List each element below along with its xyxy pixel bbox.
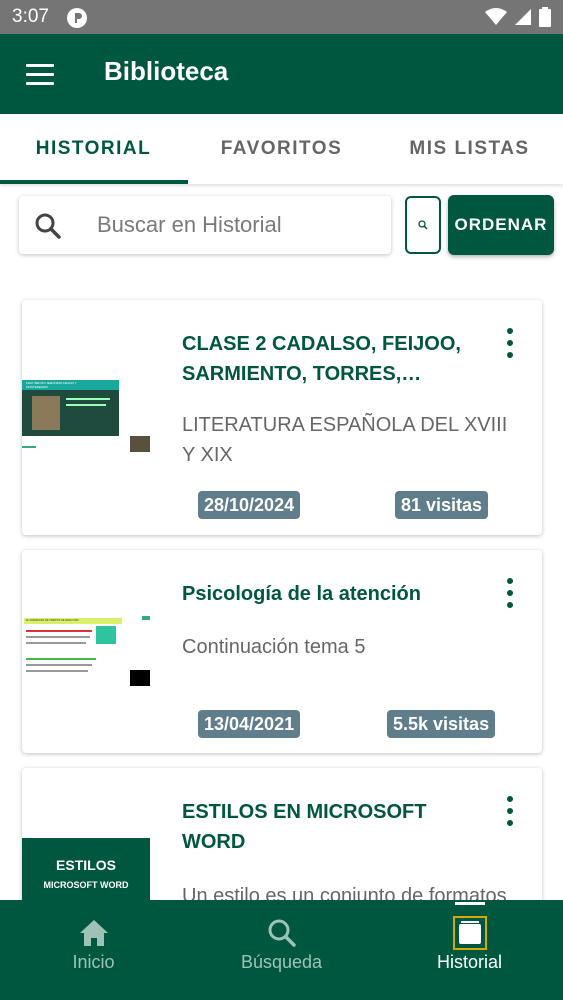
status-time: 3:07 [12,6,49,27]
item-description: Continuación tema 5 [182,636,366,658]
item-title: CLASE 2 CADALSO, FEIJOO, SARMIENTO, TORR… [182,333,461,385]
search-icon [267,918,297,953]
search-box[interactable] [19,196,391,254]
tab-favoritos[interactable]: FAVORITOS [188,114,375,184]
tab-mis-listas[interactable]: MIS LISTAS [376,114,563,184]
item-title: ESTILOS EN MICROSOFT WORD [182,801,427,853]
nav-label: Inicio [72,952,115,972]
nav-busqueda[interactable]: Búsqueda [188,900,375,1000]
notification-icon [67,8,87,28]
signal-icon [515,9,531,25]
thumbnail: EL PARADIGMA DE TIEMPOS DE REACCIÓN [22,614,152,690]
item-title: Psicología de la atención [182,583,421,605]
history-icon [452,916,487,955]
history-item[interactable]: EL PARADIGMA DE TIEMPOS DE REACCIÓN Psic… [22,550,542,753]
search-small-icon [418,220,428,230]
date-badge: 13/04/2021 [198,710,301,738]
more-options-icon[interactable] [504,796,516,826]
thumbnail-text: FRAY BENITO JERONIMO FEIJOO Y MONTENEGRO [26,381,77,389]
order-button[interactable]: ORDENAR [448,195,554,255]
thumbnail-text: EL PARADIGMA DE TIEMPOS DE REACCIÓN [26,619,79,622]
item-description: LITERATURA ESPAÑOLA DEL XVIII Y XIX [182,414,508,466]
status-bar: 3:07 [0,0,563,34]
search-icon [34,212,62,245]
tab-indicator [0,180,188,184]
battery-icon [539,7,551,27]
date-badge: 28/10/2024 [198,491,301,519]
nav-historial[interactable]: Historial [376,900,563,1000]
visits-badge: 81 visitas [395,491,489,519]
nav-label: Búsqueda [240,952,323,972]
nav-label: Historial [436,952,502,972]
menu-icon[interactable] [26,64,54,86]
status-icons [485,7,551,27]
search-input[interactable] [97,206,377,244]
thumbnail: FRAY BENITO JERONIMO FEIJOO Y MONTENEGRO [22,378,152,456]
search-button[interactable] [405,196,441,254]
tab-bar: HISTORIAL FAVORITOS MIS LISTAS [0,114,563,184]
thumbnail-subtitle: MICROSOFT WORD [43,880,129,890]
bottom-nav: Inicio Búsqueda Historial [0,900,563,1000]
wifi-icon [485,8,507,25]
more-options-icon[interactable] [504,578,516,608]
more-options-icon[interactable] [504,328,516,358]
tab-historial[interactable]: HISTORIAL [0,114,187,184]
thumbnail-title: ESTILOS [56,857,116,873]
nav-inicio[interactable]: Inicio [0,900,187,1000]
thumbnail: ESTILOS MICROSOFT WORD [22,838,150,908]
active-indicator [455,902,485,905]
page-title: Biblioteca [104,56,229,86]
history-item[interactable]: FRAY BENITO JERONIMO FEIJOO Y MONTENEGRO… [22,300,542,535]
visits-badge: 5.5k visitas [387,710,496,738]
home-icon [78,918,110,953]
app-bar: Biblioteca [0,34,563,114]
